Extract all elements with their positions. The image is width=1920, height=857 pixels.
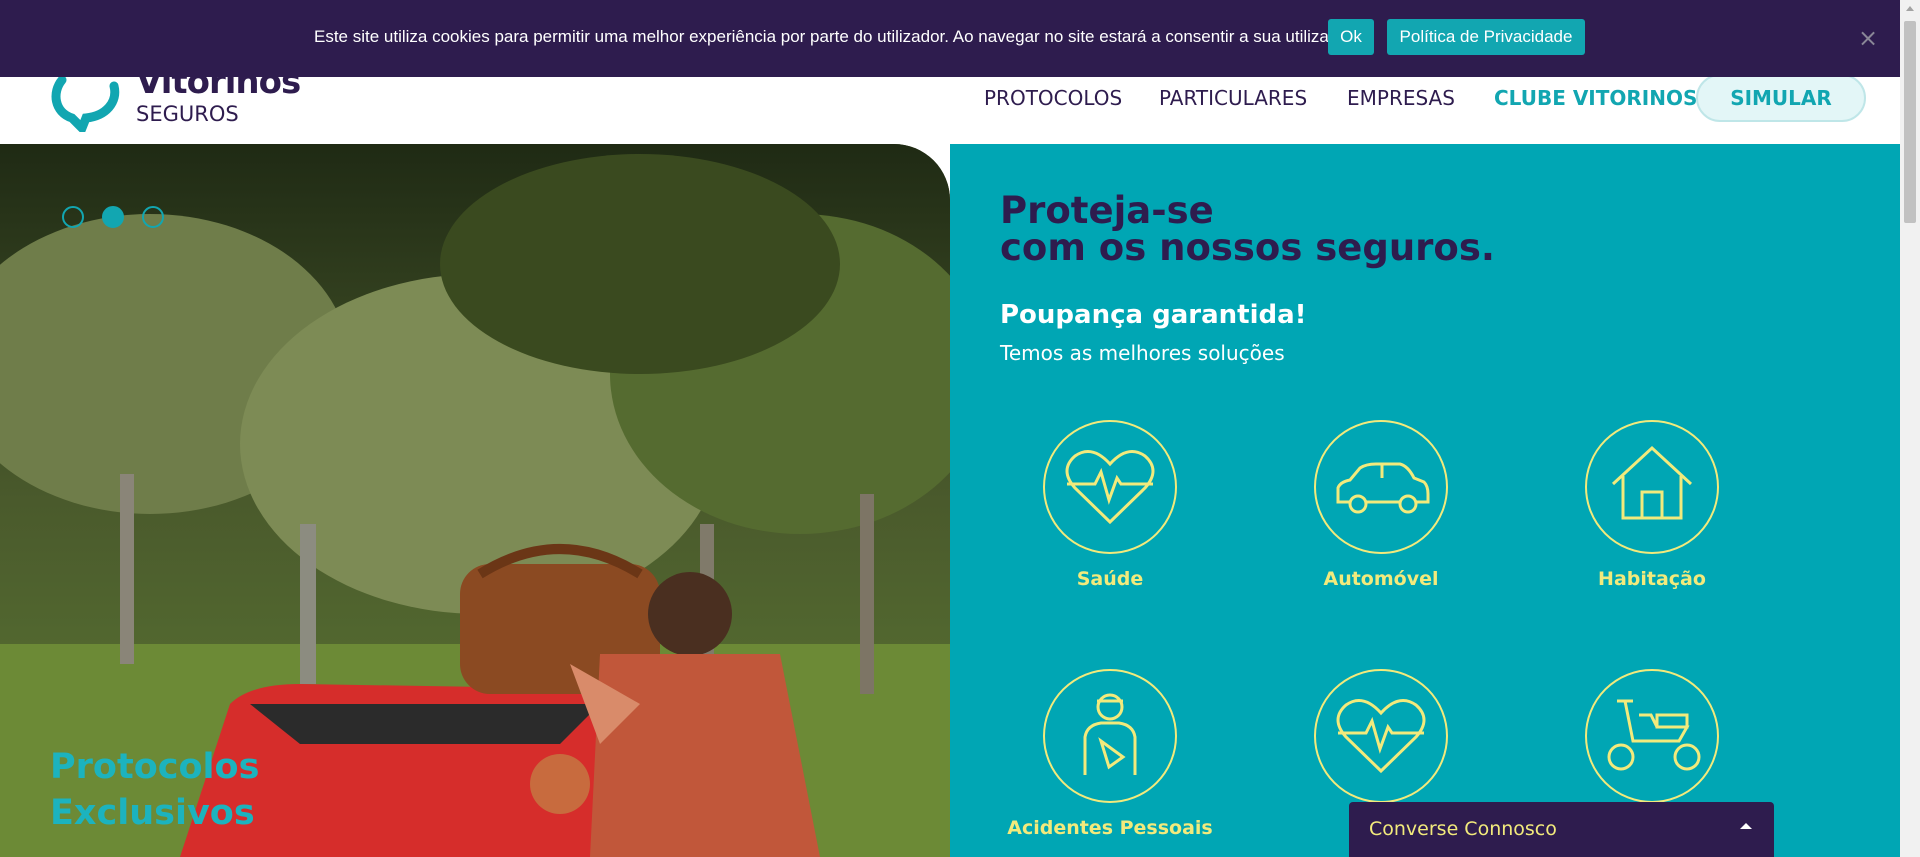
insurance-label-habitacao[interactable]: Habitação [1532,568,1772,590]
house-icon[interactable] [1585,420,1719,554]
insurance-label-acidentes[interactable]: Acidentes Pessoais [990,817,1230,839]
nav-particulares[interactable]: PARTICULARES [1159,86,1307,110]
insurance-label-saude[interactable]: Saúde [990,568,1230,590]
cookie-ok-button-front[interactable]: Ok [1328,19,1374,55]
panel-title-line1: Proteja-se [1000,189,1214,232]
scroll-up-icon[interactable] [1906,6,1914,11]
chevron-up-icon[interactable] [1738,818,1754,834]
scooter-icon[interactable] [1585,669,1719,803]
slider-dot-1[interactable] [62,206,84,228]
insurance-label-automovel[interactable]: Automóvel [1261,568,1501,590]
panel-subtitle-2: Temos as melhores soluções [1000,341,1285,365]
nav-protocolos[interactable]: PROTOCOLOS [984,86,1122,110]
hero-caption-line1: Protocolos [50,747,260,787]
car-icon[interactable] [1314,420,1448,554]
logo-sub: SEGUROS [136,102,239,126]
panel-title: Proteja-se com os nossos seguros. [1000,192,1495,266]
hero-caption[interactable]: Protocolos Exclusivos [50,744,259,836]
scroll-thumb[interactable] [1904,21,1916,223]
simular-button[interactable]: SIMULAR [1696,74,1866,122]
chat-label: Converse Connosco [1369,818,1557,840]
hero-caption-line2: Exclusivos [50,793,255,833]
slider-dot-3[interactable] [142,206,164,228]
panel-title-line2: com os nossos seguros. [1000,226,1495,269]
heart-pulse-icon[interactable] [1043,420,1177,554]
nav-empresas[interactable]: EMPRESAS [1347,86,1455,110]
privacy-policy-button-front[interactable]: Política de Privacidade [1387,19,1585,55]
panel-subtitle: Poupança garantida! [1000,300,1307,330]
nav-clube-vitorinos[interactable]: CLUBE VITORINOS [1494,86,1697,110]
cookie-close-icon[interactable]: × [1858,24,1878,52]
scrollbar[interactable] [1900,0,1920,857]
cookie-message-text: Este site utiliza cookies para permitir … [314,27,1361,46]
slider-dot-2[interactable] [102,206,124,228]
heart-pulse-icon-2[interactable] [1314,669,1448,803]
chat-widget[interactable]: Converse Connosco [1349,802,1774,857]
injured-person-icon[interactable] [1043,669,1177,803]
